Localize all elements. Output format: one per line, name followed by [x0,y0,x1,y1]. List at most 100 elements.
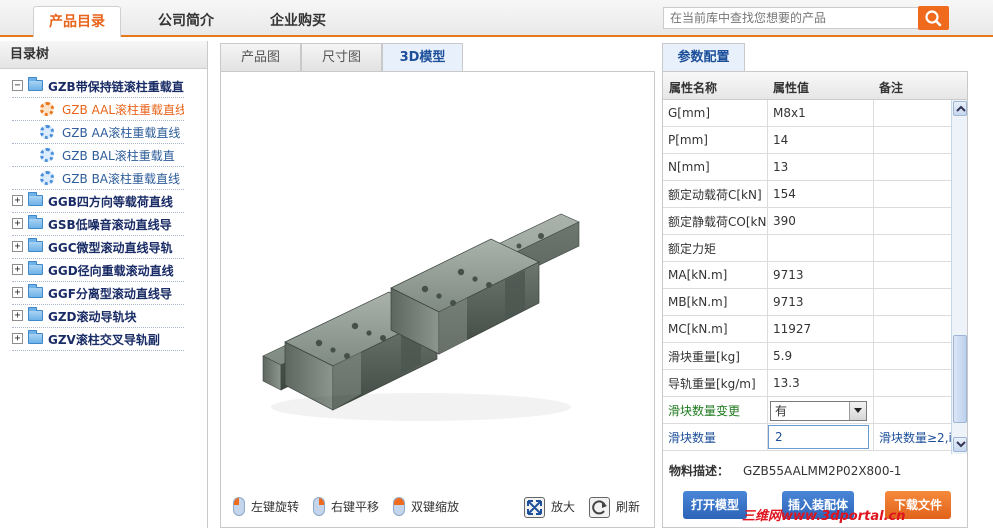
parameter-value: 9713 [768,289,874,315]
expand-toggle-icon[interactable]: + [12,195,23,206]
parameter-value: 14 [768,127,874,153]
tree-item-label: GZB BA滚柱重载直线 [62,172,181,186]
parameter-name: 额定动载荷C[kN] [663,181,768,207]
slider-count-input[interactable]: 2 [768,425,869,449]
parameter-note [874,343,951,369]
tab-parameter-config[interactable]: 参数配置 [662,43,745,72]
tree-item-label: GGF分离型滚动直线导 [48,287,172,301]
tree-item-label: GGB四方向等载荷直线 [48,195,173,209]
expand-toggle-icon[interactable]: + [12,264,23,275]
tree-item-label: GZD滚动导轨块 [48,310,137,324]
folder-icon [28,284,43,298]
parameter-name: G[mm] [663,100,768,126]
catalog-tree-panel: 目录树 − GZB带保持链滚柱重载直 GZB AAL滚柱重载直线 GZB AA滚柱重载… [0,41,208,528]
tab-3d-model[interactable]: 3D模型 [382,43,463,72]
parameter-table-header: 属性名称 属性值 备注 [663,72,967,100]
tree-item-label: GZB AA滚柱重载直线 [62,126,181,140]
parameter-value: 390 [768,208,874,234]
folder-icon [28,330,43,344]
enlarge-button[interactable]: 放大 [524,497,584,518]
open-model-button[interactable]: 打开模型 [683,491,747,519]
refresh-button[interactable]: 刷新 [589,497,649,518]
tree-category-item[interactable]: + GGD径向重载滚动直线 [12,259,184,282]
parameter-row: MB[kN.m] 9713 [663,289,951,316]
parameter-scrollbar[interactable] [951,100,967,454]
tree-category-item[interactable]: + GSB低噪音滚动直线导 [12,213,184,236]
tab-dimension-drawing[interactable]: 尺寸图 [301,43,382,72]
tree-category-item[interactable]: + GZV滚柱交叉导轨副 [12,328,184,351]
rotate-hint: 左键旋转 [233,497,313,517]
tree-category-item[interactable]: + GGF分离型滚动直线导 [12,282,184,305]
chevron-down-icon[interactable] [849,402,866,420]
folder-icon [28,238,43,252]
slider-count-change-select[interactable]: 有 [770,401,867,421]
tree-leaf-item[interactable]: GZB BA滚柱重载直线 [12,167,184,190]
parameter-note [874,127,951,153]
pan-label: 右键平移 [331,500,380,514]
tab-product-image[interactable]: 产品图 [220,43,301,72]
expand-toggle-icon[interactable]: + [12,310,23,321]
parameter-note [874,370,951,396]
tree-category-item[interactable]: − GZB带保持链滚柱重载直 [12,75,184,98]
tab-enterprise-purchase[interactable]: 企业购买 [250,6,346,37]
linear-guide-3d-model [262,213,580,421]
tree-leaf-item[interactable]: GZB AAL滚柱重载直线 [12,98,184,121]
parameter-row: 额定动载荷C[kN] 154 [663,181,951,208]
parameter-note [874,181,951,207]
tree-category-item[interactable]: + GZD滚动导轨块 [12,305,184,328]
tree-leaf-item[interactable]: GZB BAL滚柱重载直 [12,144,184,167]
collapse-toggle-icon[interactable]: − [12,80,23,91]
scroll-thumb[interactable] [953,335,967,423]
parameter-row: 额定力矩 [663,235,951,262]
tab-product-catalog[interactable]: 产品目录 [33,6,121,37]
zoom-hint: 双键缩放 [393,497,473,517]
model-viewer-panel: 产品图 尺寸图 3D模型 左键旋转 右键平移 双键缩放 放大 刷新 [220,41,655,528]
rotate-label: 左键旋转 [251,500,300,514]
mouse-both-icon [393,497,405,516]
scroll-up-button[interactable] [953,101,967,116]
parameter-row: 额定静载荷CO[kN] 390 [663,208,951,235]
folder-icon [28,77,43,91]
parameter-name: 滑块数量变更 [663,397,768,423]
parameter-note [874,289,951,315]
parameter-note [874,208,951,234]
select-value: 有 [775,404,788,418]
parameter-row: 导轨重量[kg/m] 13.3 [663,370,951,397]
expand-toggle-icon[interactable]: + [12,241,23,252]
parameter-panel: 参数配置 属性名称 属性值 备注 G[mm] M8x1 P[mm] 14 N[mm] 13… [662,41,968,528]
tree-item-label: GSB低噪音滚动直线导 [48,218,172,232]
parameter-note [874,397,951,423]
tree-leaf-item[interactable]: GZB AA滚柱重载直线 [12,121,184,144]
parameter-row: 滑块数量 2 滑块数量≥2,i [663,424,951,451]
parameter-name: P[mm] [663,127,768,153]
tree-item-label: GGD径向重载滚动直线 [48,264,174,278]
parameter-name: MA[kN.m] [663,262,768,288]
tree-item-label: GGC微型滚动直线导轨 [48,241,173,255]
expand-toggle-icon[interactable]: + [12,218,23,229]
search-button[interactable] [918,6,949,30]
folder-icon [28,307,43,321]
tab-company-profile[interactable]: 公司简介 [138,6,234,37]
search-input[interactable] [663,7,919,29]
parameter-value: 2 [768,424,874,450]
tree-category-item[interactable]: + GGB四方向等载荷直线 [12,190,184,213]
mouse-right-icon [313,497,325,516]
expand-toggle-icon[interactable]: + [12,287,23,298]
folder-icon [28,192,43,206]
parameter-note [874,235,951,261]
expand-toggle-icon[interactable]: + [12,333,23,344]
parameter-row: MA[kN.m] 9713 [663,262,951,289]
parameter-name: MC[kN.m] [663,316,768,342]
parameter-row: 滑块数量变更有 [663,397,951,424]
parameter-name: 滑块重量[kg] [663,343,768,369]
tree-category-item[interactable]: + GGC微型滚动直线导轨 [12,236,184,259]
3d-model-canvas[interactable] [220,71,655,528]
scroll-down-button[interactable] [953,437,967,452]
parameter-value: 11927 [768,316,874,342]
parameter-row: MC[kN.m] 11927 [663,316,951,343]
tree-item-label: GZB BAL滚柱重载直 [62,149,175,163]
mouse-left-icon [233,497,245,516]
folder-icon [28,215,43,229]
parameter-row: N[mm] 13 [663,154,951,181]
refresh-label: 刷新 [616,500,641,514]
